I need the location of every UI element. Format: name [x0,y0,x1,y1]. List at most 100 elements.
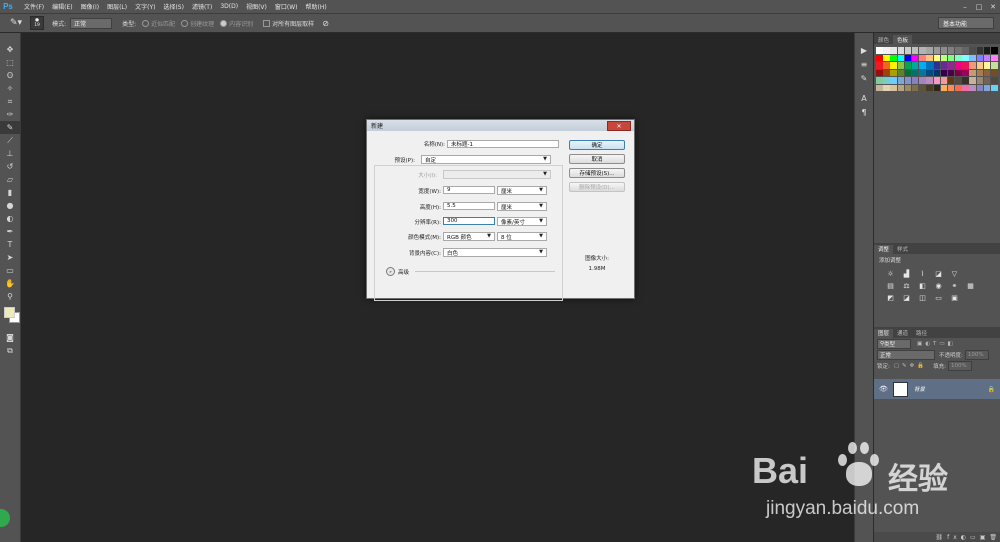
swatch[interactable] [962,62,969,69]
threshold-icon[interactable]: ◫ [918,294,927,302]
paragraph-panel-icon[interactable]: ¶ [855,105,873,119]
shape-tool-icon[interactable]: ▭ [0,264,20,277]
selective-color-icon[interactable]: ▣ [950,294,959,302]
gradient-map-icon[interactable]: ▭ [934,294,943,302]
swatch[interactable] [940,84,948,91]
layer-kind-select[interactable]: ⚲ 类型 [877,339,911,349]
menu-edit[interactable]: 编辑(E) [52,2,72,11]
swatch[interactable] [940,69,948,76]
photo-filter-icon[interactable]: ◉ [934,282,943,290]
exposure-icon[interactable]: ◪ [934,270,943,278]
swatch[interactable] [926,84,933,91]
swatch[interactable] [976,84,984,91]
zoom-tool-icon[interactable]: ⚲ [0,290,20,303]
swatch[interactable] [955,54,962,61]
bit-depth-select[interactable]: 8 位 ▼ [497,232,547,241]
blur-tool-icon[interactable]: ● [0,199,20,212]
foreground-color[interactable] [4,307,15,318]
lasso-tool-icon[interactable]: ʘ [0,69,20,82]
spot-healing-tool-icon[interactable]: ✎▾ [10,18,22,28]
brush-preset-picker[interactable]: ● 19 [30,16,45,30]
menu-type[interactable]: 文字(Y) [135,2,155,11]
swatch[interactable] [933,62,940,69]
menu-filter[interactable]: 滤镜(T) [192,2,212,11]
swatch[interactable] [897,77,905,84]
character-panel-icon[interactable]: A [855,91,873,105]
swatch[interactable] [890,69,897,76]
posterize-icon[interactable]: ◪ [902,294,911,302]
swatch[interactable] [983,77,991,84]
tab-swatches[interactable]: 色板 [893,35,913,44]
swatch[interactable] [933,54,940,61]
swatch[interactable] [897,84,905,91]
swatch[interactable] [890,54,897,61]
swatch[interactable] [926,77,933,84]
swatch[interactable] [969,62,976,69]
color-lookup-icon[interactable]: ▦ [966,282,975,290]
swatch[interactable] [876,77,883,84]
tab-color[interactable]: 颜色 [874,35,893,44]
swatch[interactable] [897,69,905,76]
swatch[interactable] [904,77,912,84]
quick-mask-icon[interactable]: ◙ [0,331,20,344]
type-option-content-aware[interactable]: 内容识别 [220,19,253,28]
type-option-texture[interactable]: 创建纹理 [181,19,214,28]
swatch[interactable] [940,54,948,61]
swatch[interactable] [904,62,912,69]
mode-select[interactable]: 正常 [70,17,113,29]
eyedropper-tool-icon[interactable]: ✑ [0,108,20,121]
menu-3d[interactable]: 3D(D) [220,3,238,10]
swatch[interactable] [983,69,991,76]
swatch[interactable] [911,47,919,54]
cancel-button[interactable]: 取消 [569,154,625,164]
menu-image[interactable]: 图像(I) [81,2,99,11]
marquee-tool-icon[interactable]: ⬚ [0,56,20,69]
swatch[interactable] [911,54,919,61]
tab-paths[interactable]: 路径 [912,329,931,338]
swatch[interactable] [947,47,955,54]
swatch[interactable] [947,69,955,76]
swatch[interactable] [911,62,919,69]
swatch[interactable] [919,47,926,54]
swatch[interactable] [911,69,919,76]
preset-select[interactable]: 自定 ▼ [421,155,551,164]
swatch[interactable] [976,47,984,54]
swatch[interactable] [962,84,969,91]
swatch[interactable] [883,54,890,61]
swatch[interactable] [983,62,991,69]
color-mode-select[interactable]: RGB 颜色 ▼ [443,232,495,241]
workspace-select[interactable]: 基本功能 [938,17,994,29]
swatch[interactable] [962,54,969,61]
fill-input[interactable]: 100% [947,361,972,371]
background-select[interactable]: 白色 ▼ [443,248,547,257]
swatch[interactable] [969,77,976,84]
swatch[interactable] [969,54,976,61]
swatch[interactable] [955,77,962,84]
swatch[interactable] [976,77,984,84]
swatch[interactable] [876,62,883,69]
swatch[interactable] [983,47,991,54]
pressure-icon[interactable]: ⊘ [322,19,329,28]
move-tool-icon[interactable]: ✥ [0,43,20,56]
swatch[interactable] [883,77,890,84]
height-unit-select[interactable]: 厘米 ▼ [497,202,547,211]
path-select-tool-icon[interactable]: ➤ [0,251,20,264]
swatch[interactable] [883,69,890,76]
swatch[interactable] [991,62,998,69]
swatch[interactable] [911,84,919,91]
pen-tool-icon[interactable]: ✒ [0,225,20,238]
swatch[interactable] [890,77,897,84]
swatch[interactable] [947,54,955,61]
swatch[interactable] [919,62,926,69]
menu-help[interactable]: 帮助(H) [306,2,327,11]
swatch[interactable] [991,84,998,91]
swatch[interactable] [890,47,897,54]
brush-panel-icon[interactable]: ✎ [855,71,873,85]
hue-saturation-icon[interactable]: ▤ [886,282,895,290]
swatch[interactable] [940,47,948,54]
swatch[interactable] [933,84,940,91]
screen-mode-icon[interactable]: ⧉ [0,344,20,357]
type-option-proximity[interactable]: 近似匹配 [142,19,175,28]
swatch[interactable] [969,69,976,76]
history-panel-icon[interactable]: ▶ [855,43,873,57]
